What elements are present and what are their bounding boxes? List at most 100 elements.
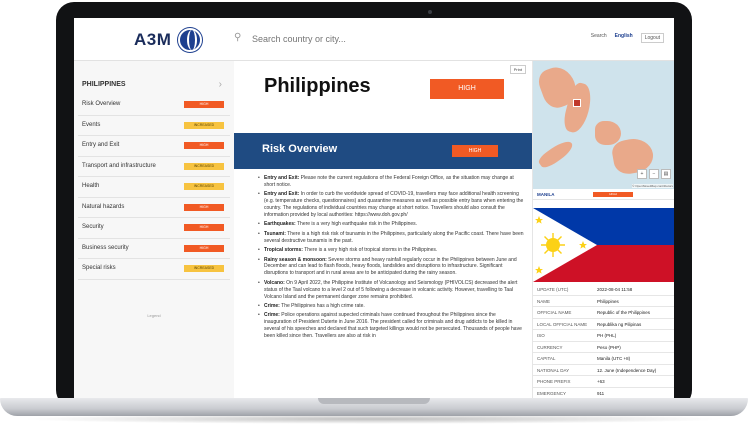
fact-key: CAPITAL (537, 356, 556, 361)
print-button[interactable]: Print (509, 65, 526, 74)
sidebar-item-business-security[interactable]: Business security HIGH (78, 239, 230, 259)
sidebar-item-security[interactable]: Security HIGH (78, 218, 230, 239)
risk-badge: INCREASED (184, 121, 224, 129)
fact-value: Republika ng Pilipinas (597, 321, 642, 327)
table-row: UPDATE (UTC) 2022-08-04 11:58 (533, 284, 674, 296)
zoom-out-icon[interactable]: − (649, 169, 659, 179)
search-icon[interactable]: ⚲ (234, 32, 241, 43)
fact-value: Peso (PHP) (597, 344, 621, 350)
fact-value: 911 (597, 390, 605, 396)
fact-key: PHONE PREFIX (537, 379, 571, 384)
globe-logo-icon (178, 28, 202, 52)
bullet-title: Volcano: (264, 279, 285, 286)
sidebar-item-label: Special risks (82, 265, 116, 271)
risk-badge: HIGH (184, 244, 224, 252)
fact-value: 12. June (Independence Day) (597, 367, 657, 373)
fact-key: CURRENCY (537, 344, 563, 350)
fact-value: Philippines (597, 298, 619, 304)
map-attribution: © OpenStreetMap contributors (632, 184, 673, 188)
app-screen: A3M ⚲ Search English Logout PHILIPPINES … (74, 18, 674, 399)
country-facts-table: UPDATE (UTC) 2022-08-04 11:58 NAME Philipp… (533, 284, 674, 399)
chevron-right-icon[interactable]: › (219, 79, 222, 90)
risk-badge: HIGH (184, 224, 224, 231)
fact-key: NATIONAL DAY (537, 367, 570, 373)
bullet-title: Tropical storms: (264, 247, 303, 254)
map-landmass (595, 121, 621, 145)
sidebar-item-natural-hazards[interactable]: Natural hazards HIGH (78, 198, 230, 218)
sidebar-title: PHILIPPINES (82, 81, 126, 88)
sidebar-list: Risk Overview HIGH Events INCREASED Entr… (78, 95, 230, 280)
logout-button[interactable]: Logout (640, 33, 664, 43)
bullet-text: In order to curb the worldwide spread of… (264, 191, 524, 219)
bullet-text: Please note the current regulations of t… (264, 175, 514, 188)
top-bar: A3M ⚲ Search English Logout (74, 18, 674, 61)
fact-value: 2022-08-04 11:58 (597, 287, 633, 292)
fact-value: PH (PHL) (597, 333, 617, 338)
list-item: Rainy season & monsoon: Severe storms an… (258, 257, 524, 278)
zoom-in-icon[interactable]: + (637, 169, 647, 179)
top-links: Search English Logout (591, 33, 664, 43)
table-row: NATIONAL DAY 12. June (Independence Day) (533, 365, 674, 376)
table-row: CURRENCY Peso (PHP) (533, 342, 674, 353)
layers-icon[interactable]: ▤ (661, 169, 671, 179)
list-item: Tsunami: There is a high risk risk of ts… (258, 231, 524, 245)
bullet-title: Tsunami: (264, 230, 286, 237)
section-risk-badge: HIGH (452, 145, 498, 157)
risk-badge: HIGH (184, 142, 224, 149)
sidebar-item-label: Risk Overview (82, 101, 121, 107)
camera-dot (428, 10, 432, 14)
sidebar-item-special-risks[interactable]: Special risks INCREASED (78, 259, 230, 280)
table-row: LOCAL OFFICIAL NAME Republika ng Pilipina… (533, 319, 674, 330)
bullet-text: On 9 April 2022, the Philippine Institut… (264, 279, 518, 300)
fact-key: LOCAL OFFICIAL NAME (537, 321, 588, 327)
section-header: Risk Overview HIGH (234, 133, 532, 169)
country-risk-badge: HIGH (430, 79, 504, 99)
sidebar-item-health[interactable]: Health INCREASED (78, 177, 230, 198)
sidebar-item-label: Business security (82, 244, 129, 251)
country-map[interactable]: + − ▤ © OpenStreetMap contributors (533, 61, 674, 189)
bullet-text: There is a very high earthquake risk in … (295, 221, 418, 228)
fact-key: EMERGENCY (537, 390, 567, 396)
bullet-title: Crime: (264, 312, 280, 319)
risk-badge: INCREASED (184, 162, 224, 170)
legend-link[interactable]: Legend (74, 313, 234, 318)
main-content: Print Philippines HIGH Risk Overview HIG… (234, 61, 532, 399)
sidebar-item-label: Natural hazards (82, 203, 125, 210)
bullet-title: Earthquakes: (264, 221, 296, 228)
language-link[interactable]: English (615, 33, 633, 43)
fact-key: OFFICIAL NAME (537, 310, 572, 315)
fact-key: NAME (537, 298, 551, 304)
bullet-title: Crime: (264, 303, 280, 309)
risk-badge: HIGH (184, 203, 224, 211)
list-item: Entry and Exit: In order to curb the wor… (258, 191, 524, 219)
bullet-title: Entry and Exit: (264, 191, 300, 198)
sidebar-item-transport[interactable]: Transport and infrastructure INCREASED (78, 157, 230, 177)
sidebar-item-events[interactable]: Events INCREASED (78, 116, 230, 136)
sidebar-item-label: Transport and infrastructure (82, 162, 156, 169)
list-item: Volcano: On 9 April 2022, the Philippine… (258, 280, 524, 301)
capital-risk-badge: HIGH (593, 192, 633, 197)
bullet-text: Police operations against supected crimi… (264, 312, 522, 340)
fact-value: Republic of the Philippines (597, 310, 651, 315)
table-row: ISO PH (PHL) (533, 330, 674, 342)
laptop-notch (318, 398, 430, 404)
map-controls: + − ▤ (637, 169, 671, 179)
sidebar-item-entry-exit[interactable]: Entry and Exit HIGH (78, 136, 230, 157)
search-link[interactable]: Search (591, 33, 607, 43)
page-title: Philippines (264, 75, 371, 97)
bullet-text: The Philippines has a high crime rate. (279, 303, 365, 309)
risk-overview-text: Entry and Exit: Please note the current … (258, 175, 524, 343)
section-title: Risk Overview (262, 143, 338, 155)
fact-value: Manila (UTC +8) (597, 356, 631, 361)
map-marker-icon[interactable] (573, 99, 581, 107)
search-input[interactable] (250, 30, 454, 48)
list-item: Earthquakes: There is a very high earthq… (258, 221, 524, 228)
table-row: PHONE PREFIX +63 (533, 376, 674, 388)
fact-key: UPDATE (UTC) (537, 287, 569, 292)
table-row: OFFICIAL NAME Republic of the Philippines (533, 307, 674, 319)
sidebar: PHILIPPINES › Risk Overview HIGH Events … (74, 61, 235, 399)
bullet-title: Entry and Exit: (264, 175, 300, 181)
risk-badge: INCREASED (184, 265, 224, 272)
sidebar-item-risk-overview[interactable]: Risk Overview HIGH (78, 95, 230, 116)
bullet-text: There is a high risk risk of tsunamis in… (264, 230, 524, 244)
